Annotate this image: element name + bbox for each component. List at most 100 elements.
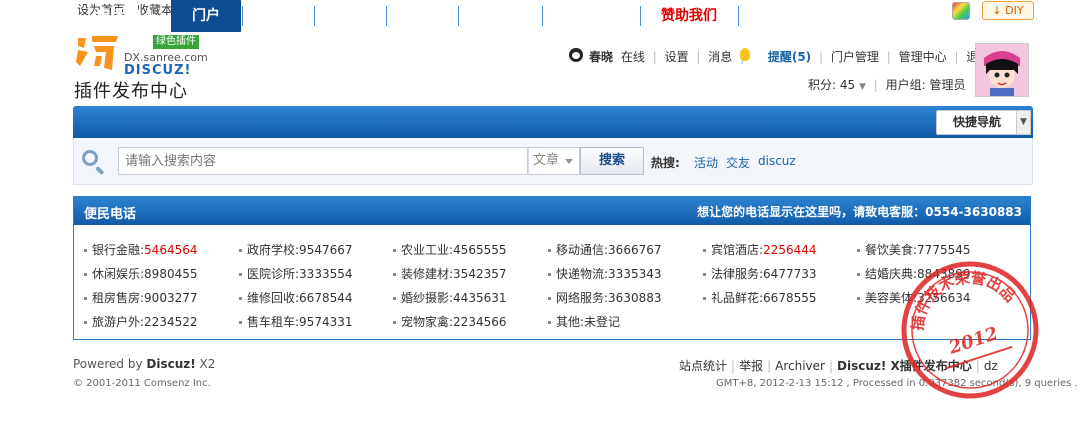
nav-item-portal[interactable]: 门户 bbox=[171, 0, 241, 32]
phone-number[interactable]: 未登记 bbox=[584, 315, 620, 329]
avatar[interactable] bbox=[975, 43, 1029, 97]
bullet-icon bbox=[548, 249, 551, 252]
main-nav bbox=[73, 106, 1033, 138]
phone-number[interactable]: 8980455 bbox=[144, 267, 197, 281]
bullet-icon bbox=[393, 321, 396, 324]
bullet-icon bbox=[239, 249, 242, 252]
phone-number[interactable]: 9547667 bbox=[299, 243, 352, 257]
phone-number[interactable]: 3542357 bbox=[453, 267, 506, 281]
bullet-icon bbox=[239, 273, 242, 276]
phone-category-label: 租房售房: bbox=[92, 291, 145, 305]
bullet-icon bbox=[703, 297, 706, 300]
bullet-icon bbox=[84, 321, 87, 324]
phone-category-label: 宠物家禽: bbox=[401, 315, 454, 329]
user-stats-line: 积分: 45 ▼ | 用户组: 管理员 bbox=[808, 78, 966, 92]
phone-category-label: 其他: bbox=[556, 315, 585, 329]
powered-brand-link[interactable]: Discuz! bbox=[146, 357, 195, 371]
phone-list-item: 宾馆酒店:2256444 bbox=[703, 241, 817, 258]
bulb-icon bbox=[740, 48, 750, 61]
phone-number[interactable]: 4565555 bbox=[453, 243, 506, 257]
phone-list-item: 法律服务:6477733 bbox=[703, 265, 817, 282]
phone-list-item: 网络服务:3630883 bbox=[548, 289, 662, 306]
phone-list-item: 礼品鲜花:6678555 bbox=[703, 289, 817, 306]
search-input[interactable] bbox=[118, 147, 528, 175]
settings-link[interactable]: 设置 bbox=[665, 50, 689, 64]
nav-item-home[interactable]: 家园 bbox=[387, 0, 457, 32]
search-type-select[interactable]: 文章 bbox=[528, 147, 580, 175]
phone-number[interactable]: 3666767 bbox=[608, 243, 661, 257]
search-type-value: 文章 bbox=[533, 153, 560, 168]
phone-list-item: 婚纱摄影:4435631 bbox=[393, 289, 507, 306]
nav-item-tel114-2[interactable]: 电话114 bbox=[543, 0, 639, 32]
phone-list-item: 政府学校:9547667 bbox=[239, 241, 353, 258]
hot-search-link[interactable]: 交友 bbox=[726, 154, 750, 171]
bullet-icon bbox=[239, 297, 242, 300]
footer-report-link[interactable]: 举报 bbox=[739, 359, 763, 373]
phone-category-label: 法律服务: bbox=[711, 267, 764, 281]
bullet-icon bbox=[84, 297, 87, 300]
messages-link[interactable]: 消息 bbox=[708, 50, 732, 64]
phone-list-item: 宠物家禽:2234566 bbox=[393, 313, 507, 330]
logo-brand: DISCUZ! bbox=[124, 63, 192, 78]
footer-stats-link[interactable]: 站点统计 bbox=[679, 359, 727, 373]
quick-nav-dropdown-icon[interactable]: ▼ bbox=[1016, 110, 1031, 135]
nav-item-tel114[interactable]: 电话114 bbox=[80, 0, 170, 32]
phone-category-label: 装修建材: bbox=[401, 267, 454, 281]
quick-nav-button[interactable]: 快捷导航 bbox=[936, 110, 1018, 135]
phone-number[interactable]: 6678544 bbox=[299, 291, 352, 305]
portal-admin-link[interactable]: 门户管理 bbox=[831, 50, 879, 64]
copyright: © 2001-2011 Comsenz Inc. bbox=[73, 378, 211, 389]
bullet-icon bbox=[393, 297, 396, 300]
search-button[interactable]: 搜索 bbox=[580, 147, 644, 175]
nav-item-groups[interactable]: 群组 bbox=[315, 0, 385, 32]
phone-number[interactable]: 6477733 bbox=[763, 267, 816, 281]
phone-list-item: 休闲娱乐:8980455 bbox=[84, 265, 198, 282]
phone-category-label: 礼品鲜花: bbox=[711, 291, 764, 305]
usergroup-label[interactable]: 用户组: 管理员 bbox=[886, 78, 966, 92]
phone-category-label: 婚纱摄影: bbox=[401, 291, 454, 305]
score-dropdown-icon[interactable]: ▼ bbox=[859, 82, 866, 92]
avatar-image bbox=[976, 44, 1028, 96]
diy-label: DIY bbox=[1005, 4, 1024, 17]
bullet-icon bbox=[703, 273, 706, 276]
phone-list-item: 租房售房:9003277 bbox=[84, 289, 198, 306]
phone-number[interactable]: 9003277 bbox=[144, 291, 197, 305]
phone-number[interactable]: 4435631 bbox=[453, 291, 506, 305]
bullet-icon bbox=[857, 249, 860, 252]
site-title[interactable]: 插件发布中心 bbox=[74, 77, 188, 103]
bullet-icon bbox=[703, 249, 706, 252]
nav-item-forum[interactable]: 论坛 bbox=[243, 0, 313, 32]
hot-search-link[interactable]: discuz bbox=[758, 154, 796, 168]
footer-archiver-link[interactable]: Archiver bbox=[775, 359, 825, 373]
phone-number[interactable]: 9574331 bbox=[299, 315, 352, 329]
phone-number[interactable]: 3630883 bbox=[608, 291, 661, 305]
bullet-icon bbox=[857, 297, 860, 300]
phone-number[interactable]: 2234522 bbox=[144, 315, 197, 329]
phone-list-item: 农业工业:4565555 bbox=[393, 241, 507, 258]
nav-item-sponsor[interactable]: 赞助我们 bbox=[641, 0, 737, 32]
phone-number[interactable]: 3333554 bbox=[299, 267, 352, 281]
chevron-down-icon bbox=[565, 159, 573, 164]
phone-list-item: 装修建材:3542357 bbox=[393, 265, 507, 282]
score-link[interactable]: 积分: 45 bbox=[808, 78, 855, 92]
phone-number[interactable]: 5464564 bbox=[144, 243, 197, 257]
admin-center-link[interactable]: 管理中心 bbox=[899, 50, 947, 64]
color-theme-icon[interactable] bbox=[952, 2, 970, 20]
diy-button[interactable]: ↓ DIY bbox=[982, 1, 1034, 20]
panel-advert-text: 想让您的电话显示在这里吗，请致电客服：0554-3630883 bbox=[697, 205, 1022, 219]
phone-category-label: 网络服务: bbox=[556, 291, 609, 305]
hot-search-link[interactable]: 活动 bbox=[694, 154, 718, 171]
nav-item-ranking[interactable]: 排行榜 bbox=[459, 0, 541, 32]
username-link[interactable]: 春晓 bbox=[589, 50, 613, 64]
phone-number[interactable]: 2256444 bbox=[763, 243, 816, 257]
phone-number[interactable]: 3335343 bbox=[608, 267, 661, 281]
phone-category-label: 农业工业: bbox=[401, 243, 454, 257]
phone-category-label: 政府学校: bbox=[247, 243, 300, 257]
powered-version: X2 bbox=[195, 357, 216, 371]
phone-number[interactable]: 2234566 bbox=[453, 315, 506, 329]
phone-category-label: 医院诊所: bbox=[247, 267, 300, 281]
reminders-link[interactable]: 提醒(5) bbox=[768, 50, 811, 64]
online-status[interactable]: 在线 bbox=[621, 50, 645, 64]
logo-mark-icon bbox=[76, 36, 118, 70]
phone-number[interactable]: 6678555 bbox=[763, 291, 816, 305]
